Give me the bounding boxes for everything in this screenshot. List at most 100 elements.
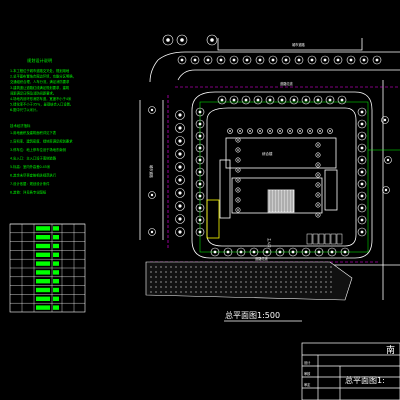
trees — [148, 34, 392, 257]
parking-space — [336, 233, 343, 245]
tree — [235, 197, 241, 203]
tree — [229, 95, 239, 105]
title-block-row-label-2: 审核 — [304, 371, 311, 376]
tree — [175, 214, 185, 224]
notes-line: 2.总平面布置结合周边环境，功能分区明确， — [10, 74, 76, 79]
indicator-table — [9, 223, 86, 313]
tree — [357, 203, 367, 213]
tree — [176, 34, 188, 46]
notes-line: 1.本工程位于城市道路交叉处，规划用地 — [10, 68, 70, 73]
west-annex — [206, 199, 220, 239]
tree — [190, 55, 200, 65]
tree — [148, 228, 156, 236]
tree — [216, 55, 226, 65]
table-cell-bar — [36, 235, 50, 240]
site-plan-drawing: 规划设计说明 1.本工程位于城市道路交叉处，规划用地2.总平面布置结合周边环境，… — [9, 34, 400, 400]
table-cell-bar-small — [53, 252, 59, 257]
table-cell-bar-small — [53, 261, 59, 266]
west-road-label: 城市道路 — [149, 165, 154, 179]
tree — [177, 55, 187, 65]
tree — [357, 215, 367, 225]
tree — [175, 136, 185, 146]
tree — [301, 95, 311, 105]
side-wing-west — [219, 159, 231, 219]
tree — [289, 95, 299, 105]
main-building-label: 综合楼 — [262, 151, 273, 156]
parking-space — [312, 233, 319, 245]
table-cell-bar — [36, 279, 50, 284]
tree — [175, 110, 185, 120]
tree — [382, 186, 390, 194]
tree — [265, 95, 275, 105]
notes-lines: 1.本工程位于城市道路交叉处，规划用地2.总平面布置结合周边环境，功能分区明确，… — [10, 68, 76, 112]
tree — [325, 95, 335, 105]
tree — [315, 192, 321, 198]
notes-line: 交通组织合理，人车分流，满足消防要求 — [10, 79, 70, 84]
tree — [384, 156, 392, 164]
cad-drawing-canvas: 规划设计说明 1.本工程位于城市道路交叉处，规划用地 2.总平面布置结合周边环境，… — [0, 0, 400, 400]
tree — [175, 201, 185, 211]
tree — [235, 207, 241, 213]
tree — [235, 177, 241, 183]
tree — [315, 162, 321, 168]
tree — [315, 172, 321, 178]
notes-section2-heading: 技术经济指标 — [10, 123, 31, 128]
notes-line: 6.图中尺寸以米计。 — [10, 107, 40, 112]
tree — [175, 123, 185, 133]
table-cell-bar-small — [53, 279, 59, 284]
tree — [217, 95, 227, 105]
tree — [235, 147, 241, 153]
tree — [175, 149, 185, 159]
south-road-label: 道路红线 — [255, 256, 269, 261]
north-road-label: 城市道路 — [292, 42, 306, 47]
entrance-label: 主入口 — [267, 238, 272, 248]
tree — [267, 128, 273, 134]
table-cell-bar — [36, 270, 50, 275]
side-wing-east — [324, 169, 338, 211]
tree — [357, 107, 367, 117]
notes-line-2: 6.其余未尽事宜按相关规范执行 — [10, 173, 57, 178]
north-building — [217, 38, 363, 51]
tree — [277, 128, 283, 134]
table-cell-bar-small — [53, 296, 59, 301]
notes-lines-2: 1.用地面积及建筑面积详见下表 2.容积率、建筑密度、绿地率满足规划要求 3.停车位… — [10, 130, 73, 195]
title-block-drawing-title: 总平面图1: — [345, 375, 385, 385]
parking-spaces — [306, 233, 343, 245]
notes-line: 间距满足日照及消防间距要求。 — [10, 90, 56, 95]
parking-space — [330, 233, 337, 245]
notes-line: 4.场地内设环形消防车道，宽度不小于4米 — [10, 96, 72, 101]
title-block-row-label-1: 设计 — [304, 360, 311, 365]
tree — [357, 131, 367, 141]
tree — [247, 128, 253, 134]
tree — [235, 137, 241, 143]
tree — [175, 162, 185, 172]
tree — [175, 175, 185, 185]
tree — [203, 55, 213, 65]
site-boundary — [199, 101, 369, 253]
tree — [148, 191, 156, 199]
table-cell-bar — [36, 243, 50, 249]
tree — [357, 119, 367, 129]
title-block-row-label-3: 审定 — [304, 382, 311, 387]
tree — [315, 212, 321, 218]
notes-line-2: 3.停车位：地上停车位设于场地东南侧 — [10, 147, 67, 152]
table-cell-bar — [36, 305, 50, 310]
parking-space — [306, 233, 313, 245]
parking-space — [324, 233, 331, 245]
drawing-caption: 总平面图1:500 — [225, 310, 280, 320]
tree — [317, 128, 323, 134]
tree — [162, 34, 174, 46]
tree — [337, 95, 347, 105]
table-cell-bar — [36, 296, 50, 301]
tree — [277, 95, 287, 105]
table-cell-bar-small — [53, 226, 59, 231]
north-road-curve — [149, 59, 159, 83]
tree — [297, 128, 303, 134]
tree — [315, 142, 321, 148]
tree — [357, 155, 367, 165]
tree — [307, 55, 317, 65]
tree — [229, 55, 239, 65]
north-building-outline — [217, 38, 363, 51]
north-redline-label: 道路红线 — [280, 81, 294, 86]
design-notes: 规划设计说明 1.本工程位于城市道路交叉处，规划用地2.总平面布置结合周边环境，… — [10, 57, 76, 195]
